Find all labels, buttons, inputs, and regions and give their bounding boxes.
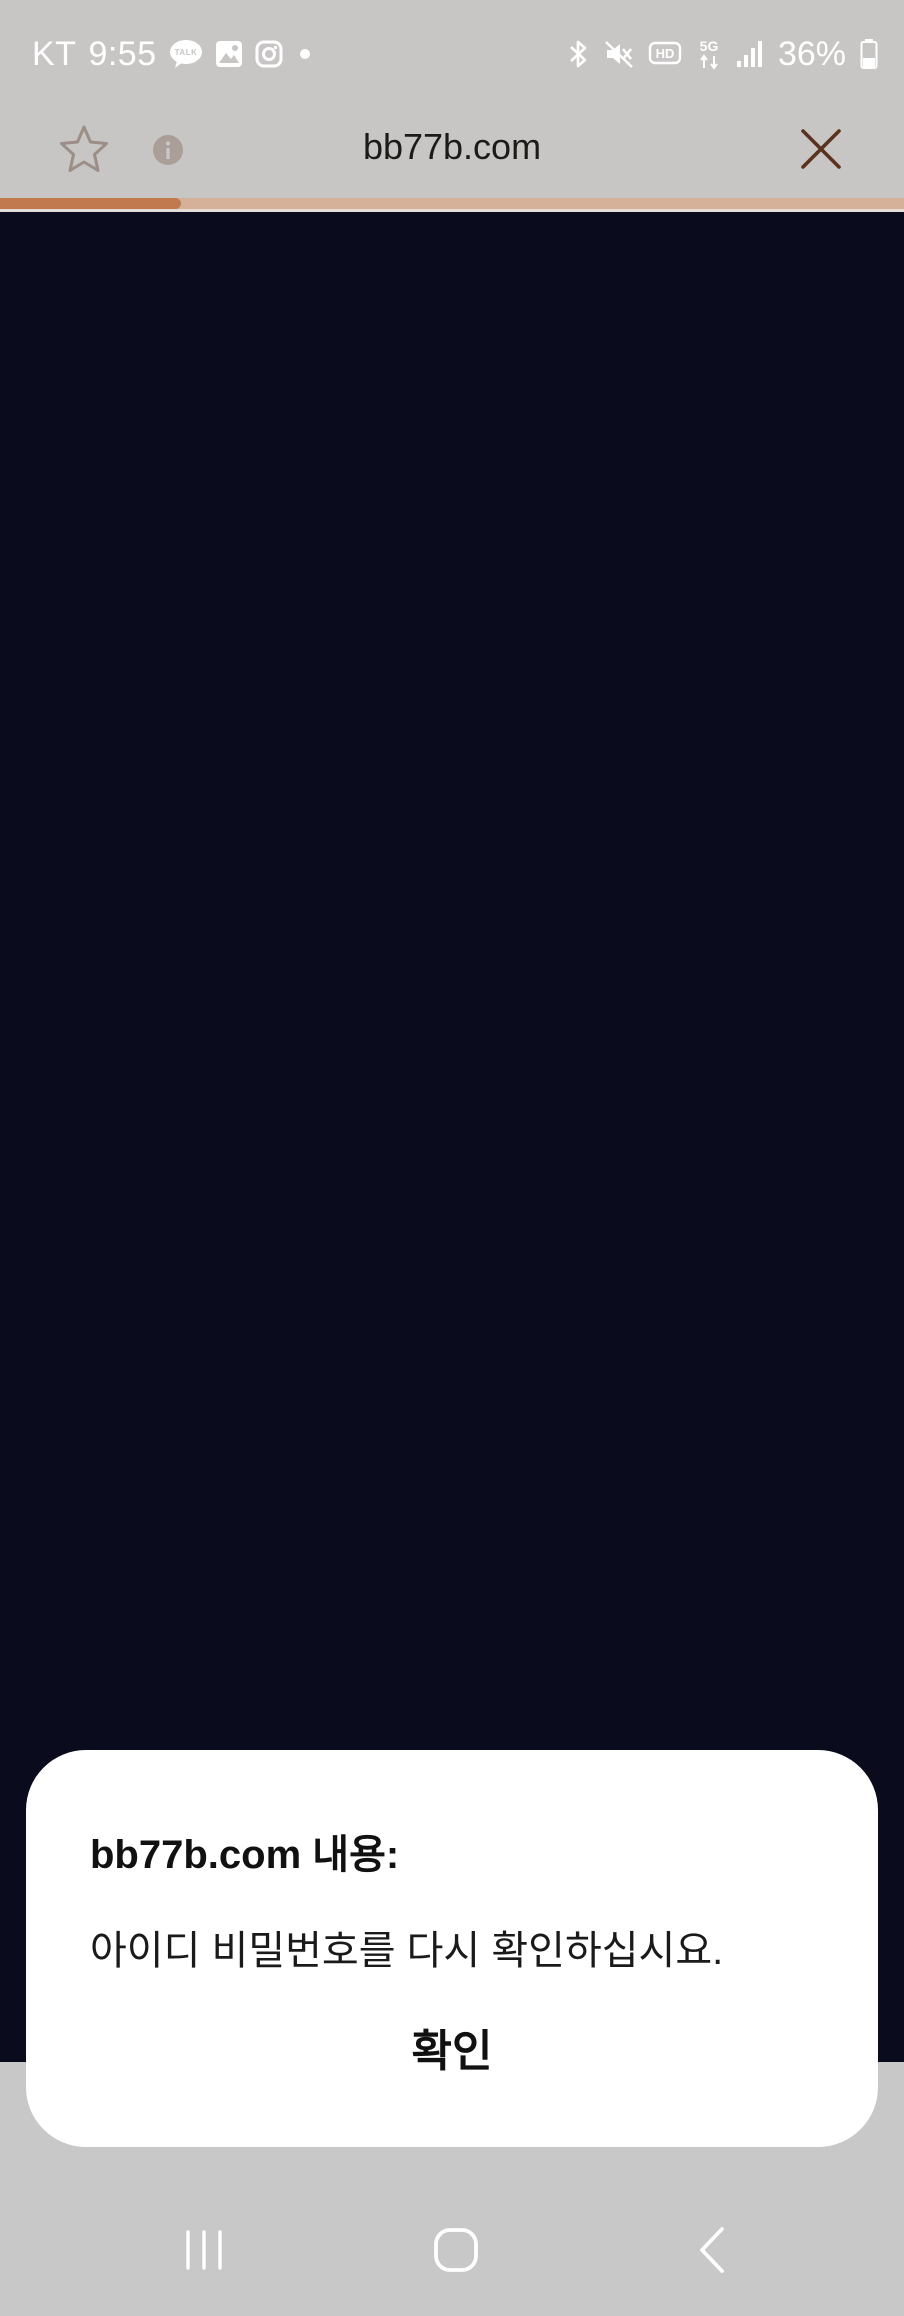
signal-icon (736, 39, 764, 69)
bluetooth-icon (568, 38, 590, 70)
hd-icon: HD (648, 40, 682, 68)
kakaotalk-icon: TALK (169, 39, 203, 69)
ok-button[interactable]: 확인 (342, 2012, 562, 2092)
back-icon[interactable] (682, 2220, 742, 2280)
5g-icon: 5G (696, 37, 722, 71)
close-icon[interactable] (798, 126, 844, 172)
battery-icon (860, 38, 878, 70)
status-right: HD 5G 36% (568, 30, 878, 78)
status-left: KT 9:55 TALK (32, 30, 315, 78)
status-bar: KT 9:55 TALK HD 5G 36% (0, 0, 904, 100)
carrier-label: KT (32, 34, 77, 73)
kakaotalk-icon-text: TALK (174, 48, 197, 57)
mute-icon (604, 39, 634, 69)
navigation-bar (0, 2146, 904, 2316)
dialog-title: bb77b.com 내용: (90, 1833, 400, 1877)
alert-dialog: bb77b.com 내용: 아이디 비밀번호를 다시 확인하십시요. 확인 (26, 1750, 878, 2147)
5g-icon-text: 5G (700, 38, 719, 54)
clock-label: 9:55 (88, 34, 157, 73)
recents-icon[interactable] (174, 2220, 234, 2280)
page-load-progress-fill (0, 198, 181, 209)
dot-icon (295, 44, 315, 64)
dialog-message: 아이디 비밀번호를 다시 확인하십시요. (90, 1929, 724, 1973)
gallery-icon (215, 40, 243, 68)
page-load-progress (0, 198, 904, 209)
browser-toolbar: bb77b.com (0, 100, 904, 198)
url-title: bb77b.com (362, 126, 542, 167)
battery-percent: 36% (777, 34, 846, 73)
hd-icon-text: HD (656, 46, 675, 61)
instagram-icon (255, 40, 283, 68)
home-icon[interactable] (426, 2220, 486, 2280)
